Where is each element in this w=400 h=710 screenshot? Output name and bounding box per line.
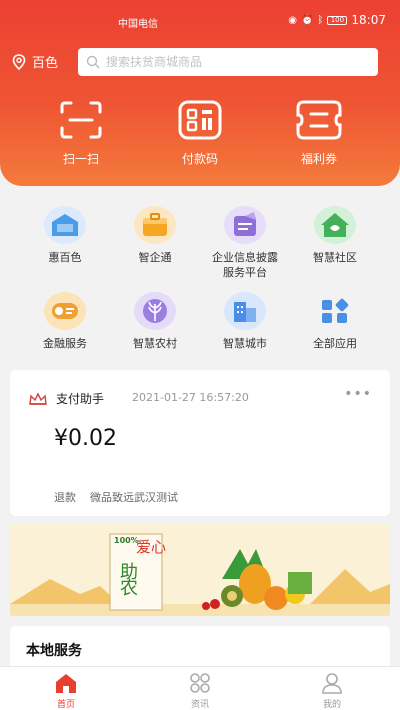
- search-bar[interactable]: [78, 48, 378, 76]
- service-community[interactable]: 智慧社区: [290, 206, 380, 265]
- tab-profile[interactable]: 我的: [292, 671, 372, 710]
- bluetooth-icon: ᛒ: [317, 14, 324, 26]
- tab-home[interactable]: 首页: [26, 671, 106, 710]
- tab-home-label: 首页: [56, 700, 75, 710]
- eye-icon: ◉: [288, 14, 297, 26]
- enterprise-icon: [143, 213, 167, 236]
- more-options-icon[interactable]: •••: [344, 386, 372, 402]
- pay-status: 退款: [54, 491, 76, 504]
- hui-baise-icon: [52, 214, 78, 236]
- service-label: 全部应用: [313, 337, 357, 350]
- service-label-line2: 服务平台: [223, 266, 267, 279]
- location-label: 百色: [32, 56, 59, 71]
- service-label: 惠百色: [48, 251, 82, 264]
- rural-icon: [143, 299, 167, 323]
- banner-title-top: 爱心: [136, 538, 167, 556]
- service-rural[interactable]: 智慧农村: [110, 292, 200, 351]
- pay-card-datetime: 2021-01-27 16:57:20: [132, 391, 249, 404]
- status-time: 18:07: [351, 13, 386, 27]
- service-label: 智慧城市: [223, 337, 267, 350]
- service-city[interactable]: 智慧城市: [200, 292, 290, 351]
- charity-farm-banner[interactable]: 100% 爱心 助农: [10, 524, 390, 616]
- pay-amount: ¥0.02: [54, 426, 117, 451]
- service-label: 智慧农村: [133, 337, 177, 350]
- scan-icon: [60, 101, 102, 139]
- profile-icon: [322, 673, 342, 694]
- local-services-section: 本地服务: [10, 626, 390, 670]
- scan-button[interactable]: 扫一扫: [36, 98, 126, 167]
- local-services-title: 本地服务: [26, 643, 82, 659]
- service-hui-baise[interactable]: 惠百色: [20, 206, 110, 265]
- search-icon: [86, 55, 100, 69]
- tab-news-label: 资讯: [190, 700, 209, 710]
- location-selector[interactable]: 百色: [12, 52, 58, 71]
- home-icon: [56, 674, 76, 693]
- search-input[interactable]: [106, 55, 356, 69]
- banner-illustration: [10, 524, 390, 616]
- banner-badge: 100%: [114, 536, 139, 545]
- community-icon: [321, 213, 349, 237]
- coupon-button[interactable]: 福利券: [274, 98, 364, 167]
- crown-icon: [29, 391, 47, 405]
- pay-meta: 退款 微品致远武汉测试: [54, 489, 178, 505]
- service-all-apps[interactable]: 全部应用: [290, 292, 380, 351]
- alarm-icon: ⏰: [300, 14, 314, 26]
- coupon-label: 福利券: [300, 152, 337, 166]
- service-label: 智慧社区: [313, 251, 357, 264]
- service-label-line1: 企业信息披露: [212, 251, 278, 264]
- battery-icon: 100: [327, 15, 348, 25]
- service-label: 智企通: [138, 251, 172, 264]
- payment-notification-card[interactable]: 支付助手 2021-01-27 16:57:20 ••• ¥0.02 退款 微品…: [10, 370, 390, 516]
- banner-title-bottom: 助农: [117, 562, 138, 594]
- location-pin-icon: [12, 53, 26, 70]
- pay-code-icon: [178, 100, 222, 140]
- city-icon: [234, 302, 256, 322]
- service-enterprise[interactable]: 智企通: [110, 206, 200, 265]
- pay-card-header: 支付助手: [28, 390, 104, 407]
- coupon-icon: [296, 100, 342, 140]
- service-info-disclosure[interactable]: 企业信息披露 服务平台: [200, 206, 290, 280]
- tab-news[interactable]: 资讯: [160, 671, 240, 710]
- service-label: 金融服务: [43, 337, 87, 350]
- carrier-label: 中国电信: [118, 19, 158, 30]
- pay-merchant: 微品致远武汉测试: [90, 491, 178, 504]
- finance-icon: [52, 303, 78, 319]
- bottom-tab-bar: 首页 资讯 我的: [0, 666, 400, 710]
- scan-label: 扫一扫: [62, 152, 99, 166]
- tab-profile-label: 我的: [322, 700, 341, 710]
- service-finance[interactable]: 金融服务: [20, 292, 110, 351]
- pay-card-title: 支付助手: [56, 392, 105, 406]
- pay-code-label: 付款码: [181, 152, 218, 166]
- status-bar: 中国电信 ◉ ⏰ ᛒ 100 18:07: [0, 0, 400, 40]
- status-icons: ◉ ⏰ ᛒ 100 18:07: [288, 13, 386, 27]
- services-grid: 惠百色 智企通 企业信息披露 服务平台 智慧社区 金融服务 智慧农村 智慧城市 …: [0, 200, 400, 360]
- all-apps-icon: [322, 298, 349, 323]
- info-disclosure-icon: [234, 212, 256, 236]
- header: 中国电信 ◉ ⏰ ᛒ 100 18:07 百色 扫一扫: [0, 0, 400, 186]
- news-icon: [190, 673, 210, 693]
- pay-code-button[interactable]: 付款码: [155, 98, 245, 167]
